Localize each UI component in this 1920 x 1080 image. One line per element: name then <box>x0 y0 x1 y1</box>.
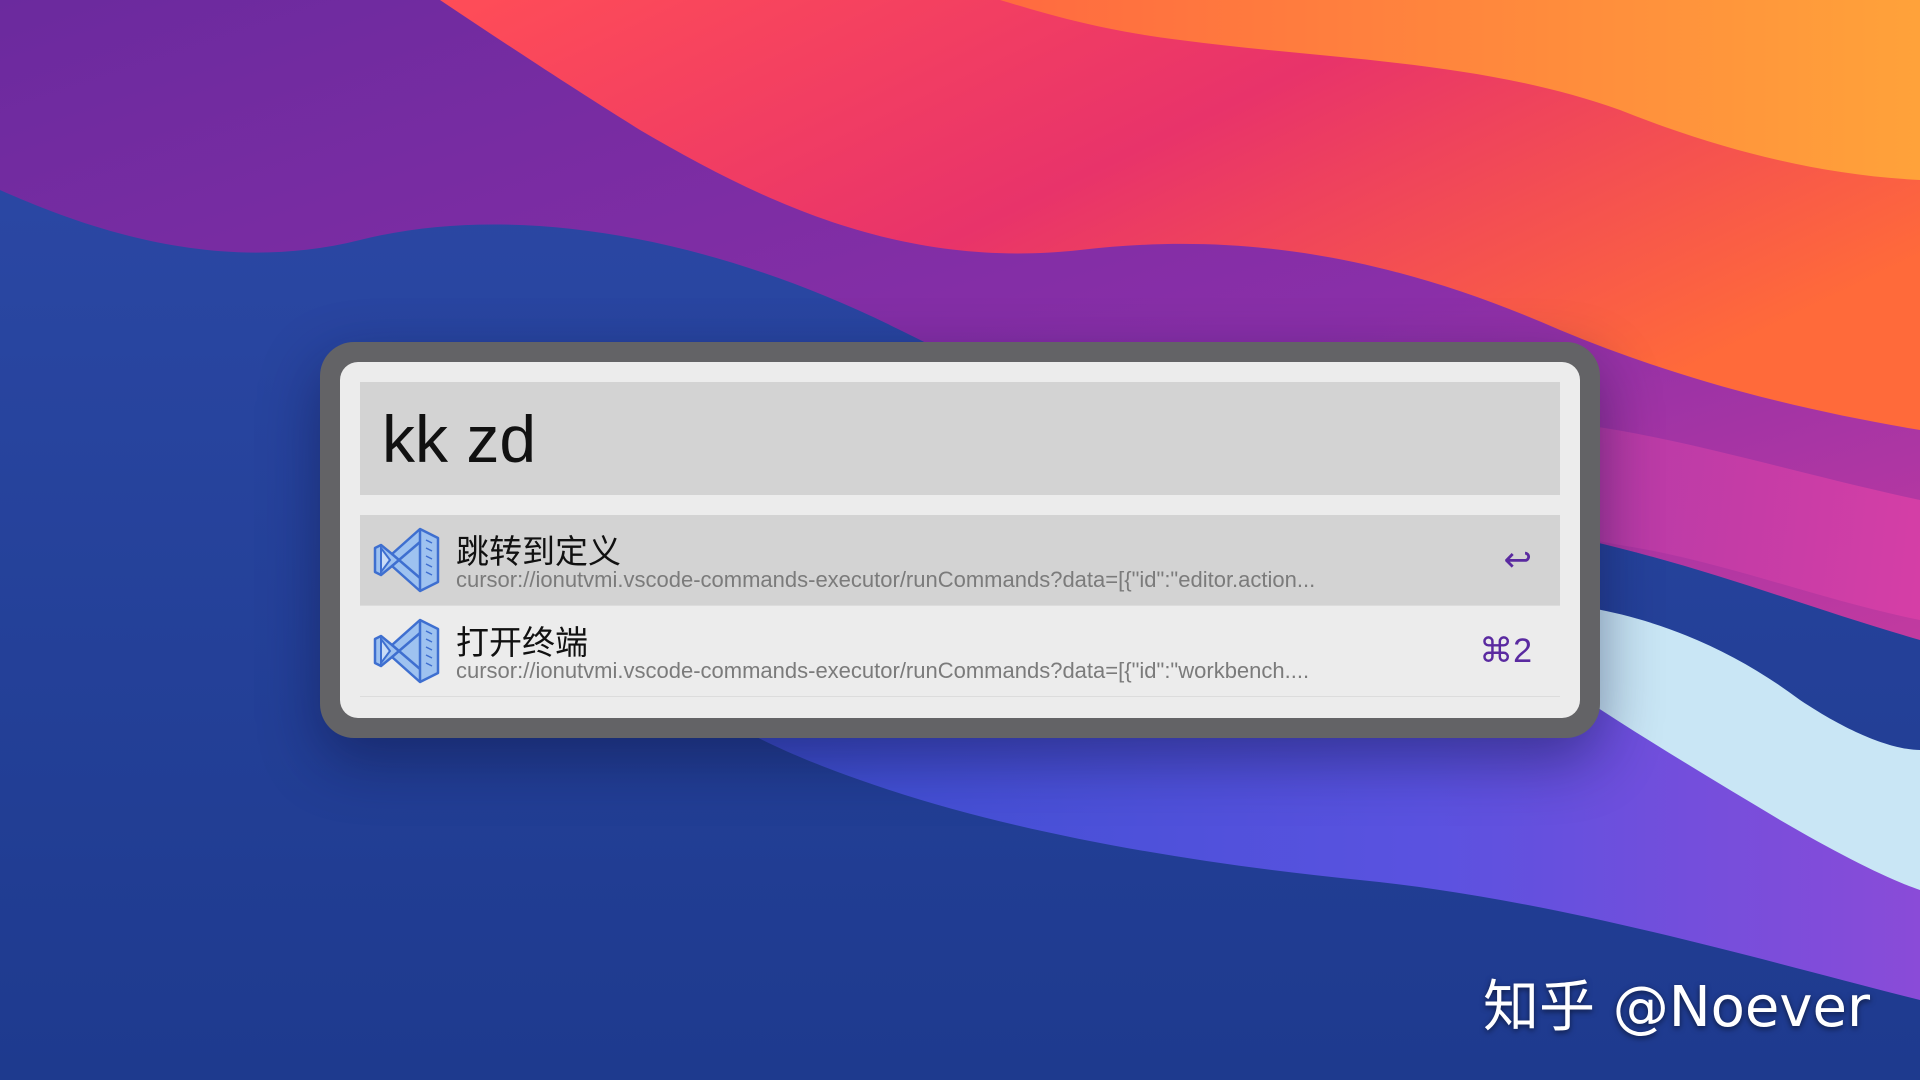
return-key-hint: ↩ <box>1503 541 1533 579</box>
launcher-panel: 跳转到定义 cursor://ionutvmi.vscode-commands-… <box>340 362 1580 718</box>
vscode-icon <box>373 527 440 593</box>
search-input[interactable] <box>360 382 1560 495</box>
result-subtitle: cursor://ionutvmi.vscode-commands-execut… <box>456 567 1316 592</box>
result-title: 跳转到定义 <box>456 533 621 570</box>
watermark: 知乎 @Noever <box>1482 975 1870 1040</box>
shortcut-hint: ⌘2 <box>1479 632 1532 670</box>
results-list: 跳转到定义 cursor://ionutvmi.vscode-commands-… <box>360 515 1560 697</box>
result-item-go-to-definition[interactable]: 跳转到定义 cursor://ionutvmi.vscode-commands-… <box>360 515 1560 606</box>
launcher-window: 跳转到定义 cursor://ionutvmi.vscode-commands-… <box>320 342 1600 738</box>
result-item-open-terminal[interactable]: 打开终端 cursor://ionutvmi.vscode-commands-e… <box>360 606 1560 697</box>
search-box[interactable] <box>360 382 1560 495</box>
result-title: 打开终端 <box>456 624 588 661</box>
result-subtitle: cursor://ionutvmi.vscode-commands-execut… <box>456 658 1310 683</box>
vscode-icon <box>373 618 440 684</box>
